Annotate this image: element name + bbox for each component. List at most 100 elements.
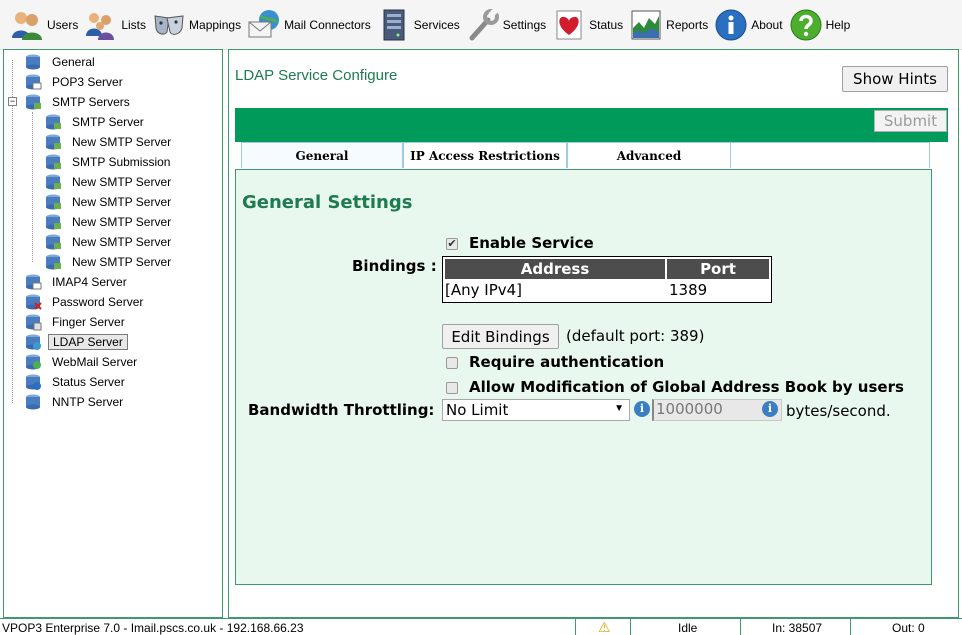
require-authentication-checkbox[interactable]	[446, 357, 458, 369]
bandwidth-selected-value: No Limit	[446, 401, 509, 419]
toolbar-users-label: Users	[47, 17, 79, 32]
tree-item-label: New SMTP Server	[72, 195, 172, 209]
wrench-icon	[469, 7, 499, 40]
toolbar-reports-button[interactable]: Reports	[629, 5, 708, 45]
page-title: LDAP Service Configure	[235, 67, 398, 84]
edit-bindings-button[interactable]: Edit Bindings	[442, 324, 559, 349]
tree-item-label: Password Server	[52, 295, 144, 309]
tree-item-imap4-server[interactable]: IMAP4 Server	[24, 272, 131, 292]
heart-icon	[556, 10, 582, 39]
navigation-tree: General POP3 Server − SMTP Servers SMTP …	[3, 49, 223, 618]
tree-item-smtp-servers[interactable]: SMTP Servers	[24, 92, 134, 112]
status-separator	[575, 619, 576, 635]
tree-item-label: SMTP Server	[72, 115, 144, 129]
toolbar-services-button[interactable]: Services	[377, 5, 460, 45]
action-bar	[235, 108, 948, 142]
tree-item-general[interactable]: General	[24, 52, 99, 72]
tree-item-nntp-server[interactable]: NNTP Server	[24, 392, 127, 412]
allow-modification-checkbox[interactable]	[446, 382, 458, 394]
tree-item-label: SMTP Servers	[52, 95, 130, 109]
tree-item-new-smtp-server[interactable]: New SMTP Server	[44, 212, 175, 232]
toolbar-about-button[interactable]: About	[714, 5, 783, 45]
database-icon	[46, 154, 61, 170]
tree-connector	[12, 60, 13, 403]
chart-icon	[631, 10, 661, 39]
submit-button[interactable]: Submit	[874, 110, 947, 132]
database-icon	[46, 194, 61, 210]
tree-item-password-server[interactable]: Password Server	[24, 292, 147, 312]
tab-general[interactable]: General	[241, 142, 403, 168]
tree-item-label: New SMTP Server	[72, 235, 172, 249]
tree-item-pop3-server[interactable]: POP3 Server	[24, 72, 127, 92]
tab-advanced[interactable]: Advanced	[567, 142, 731, 168]
toolbar-status-button[interactable]: Status	[552, 5, 623, 45]
bindings-label: Bindings :	[352, 257, 437, 275]
database-icon	[26, 74, 42, 90]
database-icon	[46, 214, 61, 230]
default-port-text: (default port: 389)	[566, 327, 705, 345]
tree-item-new-smtp-server[interactable]: New SMTP Server	[44, 232, 175, 252]
toolbar-settings-button[interactable]: Settings	[466, 5, 546, 45]
info-icon[interactable]: i	[762, 401, 778, 417]
settings-panel: General Settings ✔ Enable Service Bindin…	[235, 169, 932, 585]
bindings-table: Address Port [Any IPv4] 1389	[442, 256, 772, 303]
main-panel: LDAP Service Configure Show Hints Submit…	[228, 49, 959, 618]
users-icon	[12, 11, 42, 40]
database-icon	[26, 94, 41, 110]
tree-item-label: New SMTP Server	[72, 135, 172, 149]
tree-item-smtp-submission[interactable]: SMTP Submission	[44, 152, 174, 172]
tree-item-webmail-server[interactable]: WebMail Server	[24, 352, 141, 372]
tab-ip-access-restrictions[interactable]: IP Access Restrictions	[403, 142, 567, 168]
database-icon	[26, 374, 41, 390]
enable-service-label: Enable Service	[469, 234, 594, 252]
tree-item-label: SMTP Submission	[72, 155, 171, 169]
database-icon	[26, 394, 40, 410]
toolbar-status-label: Status	[589, 17, 624, 32]
toolbar-mail-connectors-button[interactable]: Mail Connectors	[247, 5, 371, 45]
tree-item-label: WebMail Server	[52, 355, 138, 369]
info-icon[interactable]: i	[634, 401, 650, 417]
database-icon	[26, 334, 41, 350]
status-separator	[630, 619, 631, 635]
toolbar-settings-label: Settings	[502, 17, 547, 32]
tree-item-label: POP3 Server	[52, 75, 123, 89]
status-product-text: VPOP3 Enterprise 7.0 - Imail.pscs.co.uk …	[2, 620, 304, 635]
toolbar-lists-button[interactable]: Lists	[84, 5, 146, 45]
toolbar-lists-label: Lists	[121, 17, 147, 32]
database-icon	[26, 294, 42, 310]
toolbar-users-button[interactable]: Users	[10, 5, 78, 45]
tree-item-new-smtp-server[interactable]: New SMTP Server	[44, 252, 175, 272]
toolbar-mappings-button[interactable]: Mappings	[152, 5, 241, 45]
bindings-header-port: Port	[667, 259, 769, 279]
database-icon	[46, 174, 61, 190]
tree-item-new-smtp-server[interactable]: New SMTP Server	[44, 132, 175, 152]
toolbar-help-button[interactable]: Help	[789, 5, 851, 45]
binding-port-cell[interactable]: 1389	[669, 281, 707, 299]
toolbar-mappings-label: Mappings	[189, 17, 242, 32]
bandwidth-unit-label: bytes/second.	[786, 402, 891, 420]
toolbar-services-label: Services	[413, 17, 460, 32]
dropdown-arrow-icon: ▼	[614, 403, 624, 414]
show-hints-button[interactable]: Show Hints	[842, 66, 948, 92]
status-bar: VPOP3 Enterprise 7.0 - Imail.pscs.co.uk …	[0, 618, 962, 635]
tree-item-new-smtp-server[interactable]: New SMTP Server	[44, 192, 175, 212]
status-in-count: In: 38507	[772, 620, 823, 635]
tree-item-finger-server[interactable]: Finger Server	[24, 312, 129, 332]
help-icon	[790, 9, 822, 40]
bandwidth-throttling-select[interactable]: No Limit ▼	[442, 399, 630, 421]
info-icon	[715, 9, 747, 40]
tree-collapse-toggle[interactable]: −	[8, 97, 17, 106]
server-icon	[383, 9, 405, 40]
allow-modification-label: Allow Modification of Global Address Boo…	[469, 378, 904, 396]
tree-item-smtp-server[interactable]: SMTP Server	[44, 112, 148, 132]
tree-item-label: General	[52, 55, 95, 69]
warning-icon[interactable]: ⚠	[598, 619, 611, 635]
tree-item-new-smtp-server[interactable]: New SMTP Server	[44, 172, 175, 192]
toolbar-help-label: Help	[825, 17, 851, 32]
enable-service-checkbox[interactable]: ✔	[446, 238, 458, 250]
toolbar-mail-connectors-label: Mail Connectors	[284, 17, 371, 32]
tree-item-status-server[interactable]: Status Server	[24, 372, 129, 392]
tree-item-ldap-server[interactable]: LDAP Server	[24, 332, 128, 352]
binding-address-cell[interactable]: [Any IPv4]	[445, 281, 522, 299]
tree-item-label: NNTP Server	[52, 395, 124, 409]
